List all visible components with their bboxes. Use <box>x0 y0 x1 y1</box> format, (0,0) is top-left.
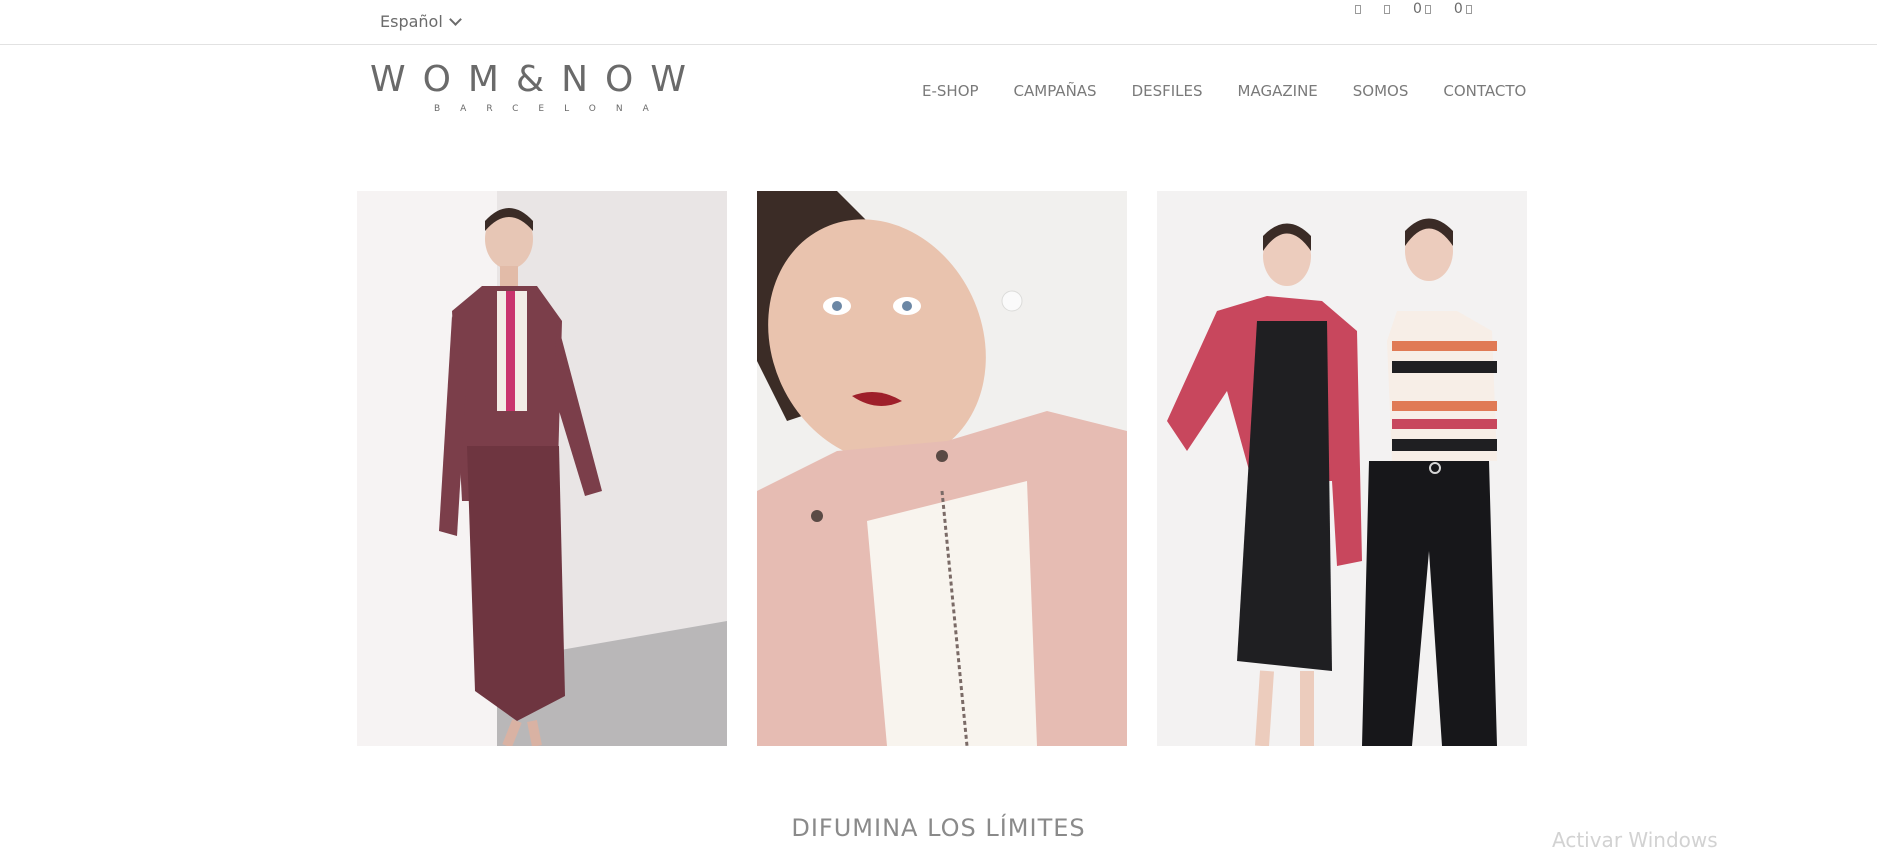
nav-item-campanas[interactable]: CAMPAÑAS <box>1014 82 1097 100</box>
tweed-suit-illustration <box>357 191 727 746</box>
logo-wordmark: WOM&NOW <box>370 59 703 100</box>
nav-item-desfiles[interactable]: DESFILES <box>1132 82 1203 100</box>
wishlist-count-icon <box>1424 4 1431 14</box>
language-label: Español <box>380 12 443 31</box>
language-selector[interactable]: Español <box>380 12 462 31</box>
top-utility-bar: Español 0 0 <box>0 0 1877 45</box>
site-logo[interactable]: WOM&NOW BARCELONA <box>370 60 690 124</box>
nav-item-magazine[interactable]: MAGAZINE <box>1238 82 1318 100</box>
nav-item-contacto[interactable]: CONTACTO <box>1443 82 1526 100</box>
campaign-gallery <box>357 191 1527 746</box>
nav-item-eshop[interactable]: E-SHOP <box>922 82 979 100</box>
main-navigation: E-SHOP CAMPAÑAS DESFILES MAGAZINE SOMOS … <box>922 82 1526 100</box>
campaign-photo-two-models[interactable] <box>1157 191 1527 746</box>
cart-count: 0 <box>1453 1 1463 17</box>
nav-item-somos[interactable]: SOMOS <box>1353 82 1409 100</box>
utility-icons: 0 0 <box>1355 1 1495 17</box>
two-models-illustration <box>1157 191 1527 746</box>
logo-subtitle: BARCELONA <box>434 104 669 114</box>
campaign-photo-tweed-suit[interactable] <box>357 191 727 746</box>
favorites-link[interactable] <box>1384 4 1390 14</box>
campaign-photo-pink-jacket[interactable] <box>757 191 1127 746</box>
user-icon <box>1355 4 1361 14</box>
account-link[interactable] <box>1355 4 1361 14</box>
pink-jacket-illustration <box>757 191 1127 746</box>
chevron-down-icon <box>448 12 462 26</box>
os-activation-watermark: Activar Windows <box>1552 828 1718 852</box>
heart-icon <box>1384 4 1390 14</box>
wishlist-link[interactable]: 0 <box>1413 1 1431 17</box>
cart-icon <box>1465 4 1472 14</box>
wishlist-count: 0 <box>1413 1 1422 17</box>
cart-link[interactable]: 0 <box>1454 1 1472 17</box>
